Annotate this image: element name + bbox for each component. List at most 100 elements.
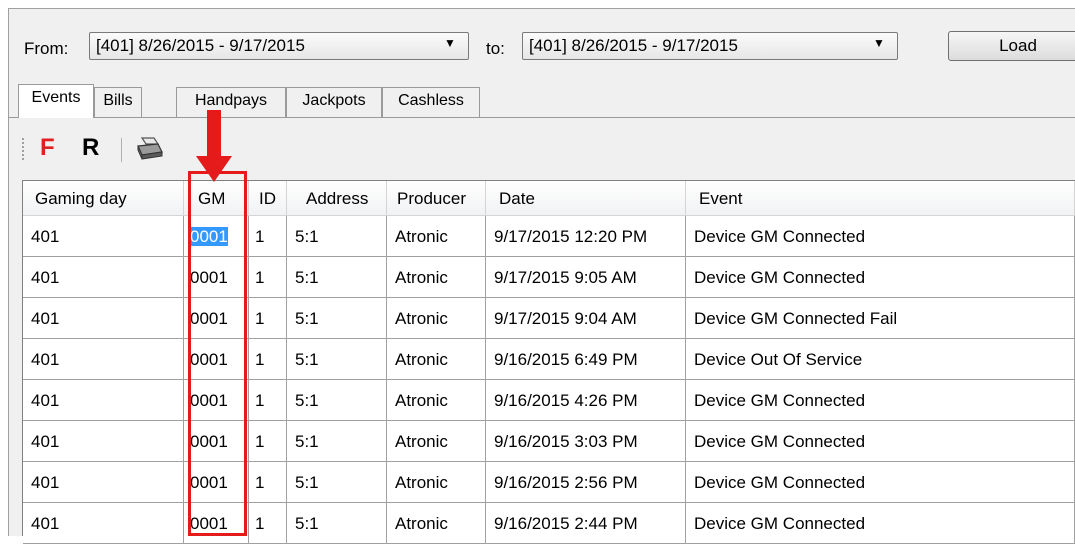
column-header-event[interactable]: Event [686, 181, 1075, 216]
filter-f-button[interactable]: F [40, 134, 55, 162]
chevron-down-icon[interactable]: ▼ [873, 36, 885, 50]
cell-text: Atronic [395, 227, 448, 246]
tab-cashless[interactable]: Cashless [382, 87, 480, 117]
cell-text: Device GM Connected [694, 514, 866, 533]
column-header-producer[interactable]: Producer [387, 181, 486, 216]
table-cell-address[interactable]: 5:1 [287, 298, 387, 339]
filter-r-button[interactable]: R [82, 134, 99, 162]
table-cell-event[interactable]: Device GM Connected Fail [686, 298, 1075, 339]
to-dropdown[interactable]: [401] 8/26/2015 - 9/17/2015 ▼ [522, 32, 898, 60]
table-cell-gaming-day[interactable]: 401 [23, 380, 184, 421]
table-cell-id[interactable]: 1 [249, 257, 287, 298]
table-cell-producer[interactable]: Atronic [387, 339, 486, 380]
table-cell-gaming-day[interactable]: 401 [23, 257, 184, 298]
table-cell-event[interactable]: Device GM Connected [686, 503, 1075, 544]
cell-text: 401 [31, 514, 60, 533]
cell-text: Device GM Connected Fail [694, 309, 898, 328]
from-dropdown[interactable]: [401] 8/26/2015 - 9/17/2015 ▼ [89, 32, 469, 60]
table-cell-event[interactable]: Device GM Connected [686, 462, 1075, 503]
cell-text: 401 [31, 391, 60, 410]
cell-text: 5:1 [295, 309, 319, 328]
table-cell-gaming-day[interactable]: 401 [23, 503, 184, 544]
table-cell-address[interactable]: 5:1 [287, 216, 387, 257]
table-cell-gaming-day[interactable]: 401 [23, 298, 184, 339]
table-cell-id[interactable]: 1 [249, 462, 287, 503]
table-cell-date[interactable]: 9/16/2015 6:49 PM [486, 339, 686, 380]
cell-text: 1 [255, 268, 265, 287]
table-cell-producer[interactable]: Atronic [387, 257, 486, 298]
toolbar-separator [121, 138, 122, 162]
table-cell-address[interactable]: 5:1 [287, 339, 387, 380]
gm-column-highlight [188, 171, 247, 536]
column-header-gaming-day[interactable]: Gaming day [23, 181, 184, 216]
cell-text: Atronic [395, 432, 448, 451]
cell-text: 1 [255, 350, 265, 369]
table-cell-event[interactable]: Device GM Connected [686, 421, 1075, 462]
table-cell-producer[interactable]: Atronic [387, 503, 486, 544]
arrow-down-icon [207, 110, 221, 158]
to-label: to: [486, 39, 505, 58]
column-header-id[interactable]: ID [249, 181, 287, 216]
cell-text: 401 [31, 268, 60, 287]
cell-text: 401 [31, 227, 60, 246]
table-cell-address[interactable]: 5:1 [287, 380, 387, 421]
table-cell-gaming-day[interactable]: 401 [23, 339, 184, 380]
table-cell-id[interactable]: 1 [249, 380, 287, 421]
cell-text: 1 [255, 432, 265, 451]
tab-jackpots[interactable]: Jackpots [286, 87, 382, 117]
table-cell-producer[interactable]: Atronic [387, 380, 486, 421]
tab-bills[interactable]: Bills [94, 87, 142, 117]
column-header-date[interactable]: Date [486, 181, 686, 216]
table-cell-address[interactable]: 5:1 [287, 257, 387, 298]
printer-icon[interactable] [134, 136, 164, 167]
chevron-down-icon[interactable]: ▼ [444, 36, 456, 50]
cell-text: Device GM Connected [694, 432, 866, 451]
table-cell-producer[interactable]: Atronic [387, 421, 486, 462]
tab-events[interactable]: Events [18, 84, 94, 118]
cell-text: Device GM Connected [694, 391, 866, 410]
tab-handpays[interactable]: Handpays [176, 87, 286, 117]
table-cell-address[interactable]: 5:1 [287, 503, 387, 544]
table-cell-gaming-day[interactable]: 401 [23, 216, 184, 257]
table-cell-id[interactable]: 1 [249, 216, 287, 257]
table-cell-date[interactable]: 9/17/2015 9:04 AM [486, 298, 686, 339]
cell-text: 9/16/2015 2:56 PM [494, 473, 638, 492]
column-header-address[interactable]: Address [287, 181, 387, 216]
table-cell-event[interactable]: Device Out Of Service [686, 339, 1075, 380]
toolbar-grip[interactable] [22, 138, 27, 160]
cell-text: Device GM Connected [694, 227, 866, 246]
table-cell-event[interactable]: Device GM Connected [686, 216, 1075, 257]
table-cell-event[interactable]: Device GM Connected [686, 380, 1075, 421]
cell-text: 5:1 [295, 391, 319, 410]
table-cell-date[interactable]: 9/16/2015 4:26 PM [486, 380, 686, 421]
table-cell-id[interactable]: 1 [249, 298, 287, 339]
cell-text: 1 [255, 391, 265, 410]
table-cell-date[interactable]: 9/16/2015 2:44 PM [486, 503, 686, 544]
table-cell-gaming-day[interactable]: 401 [23, 421, 184, 462]
table-cell-date[interactable]: 9/17/2015 12:20 PM [486, 216, 686, 257]
table-cell-producer[interactable]: Atronic [387, 462, 486, 503]
table-cell-producer[interactable]: Atronic [387, 216, 486, 257]
cell-text: Atronic [395, 350, 448, 369]
table-cell-id[interactable]: 1 [249, 503, 287, 544]
cell-text: 5:1 [295, 227, 319, 246]
table-cell-date[interactable]: 9/17/2015 9:05 AM [486, 257, 686, 298]
cell-text: 5:1 [295, 268, 319, 287]
table-cell-address[interactable]: 5:1 [287, 462, 387, 503]
table-cell-gaming-day[interactable]: 401 [23, 462, 184, 503]
cell-text: Device Out Of Service [694, 350, 863, 369]
table-cell-date[interactable]: 9/16/2015 2:56 PM [486, 462, 686, 503]
table-cell-producer[interactable]: Atronic [387, 298, 486, 339]
cell-text: 9/17/2015 9:05 AM [494, 268, 637, 287]
table-cell-address[interactable]: 5:1 [287, 421, 387, 462]
table-cell-id[interactable]: 1 [249, 421, 287, 462]
table-cell-event[interactable]: Device GM Connected [686, 257, 1075, 298]
load-button[interactable]: Load [948, 31, 1075, 61]
cell-text: Device GM Connected [694, 473, 866, 492]
table-cell-date[interactable]: 9/16/2015 3:03 PM [486, 421, 686, 462]
to-dropdown-value: [401] 8/26/2015 - 9/17/2015 [529, 36, 738, 55]
table-cell-id[interactable]: 1 [249, 339, 287, 380]
cell-text: Device GM Connected [694, 268, 866, 287]
cell-text: 5:1 [295, 350, 319, 369]
cell-text: 5:1 [295, 432, 319, 451]
